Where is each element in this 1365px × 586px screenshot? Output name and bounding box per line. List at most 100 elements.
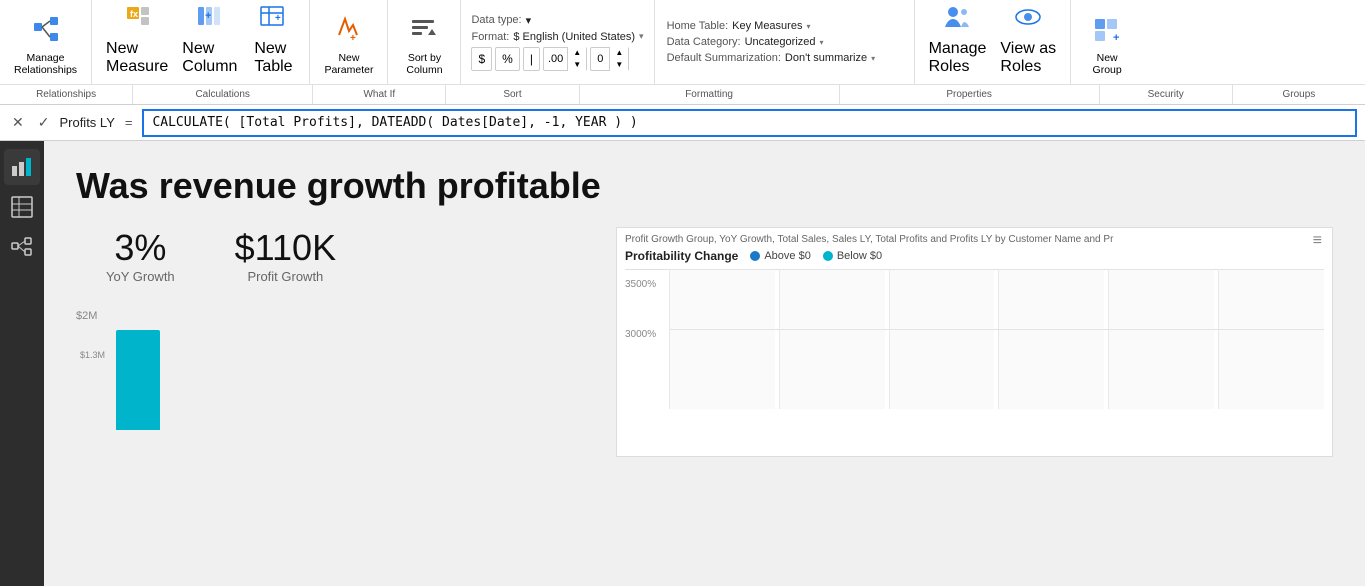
bar-1 [116,330,160,430]
decimal-value-spinner: 0 ▲ ▼ [590,47,629,71]
decimal-val-arrows: ▲ ▼ [610,47,628,71]
new-measure-button[interactable]: fx NewMeasure [100,4,174,80]
groups-section: + New Group [1071,0,1143,84]
svg-text:+: + [205,10,211,22]
format-row: Format: $ English (United States) ▾ [471,31,643,43]
format-dropdown-arrow[interactable]: ▾ [639,31,644,42]
relationships-group: Manage Relationships [0,0,92,84]
formula-cancel-button[interactable]: ✕ [8,112,28,133]
relationships-footer: Relationships [0,85,133,104]
left-sidebar [0,141,44,586]
profit-growth-label: Profit Growth [247,269,323,284]
sidebar-item-report[interactable] [4,149,40,185]
security-footer: Security [1100,85,1233,104]
data-category-value: Uncategorized [745,36,816,48]
yoy-growth-metric: 3% YoY Growth [106,227,175,284]
legend-below-dot [823,251,833,261]
ribbon-top-row: Manage Relationships fx NewMeasure [0,0,1365,84]
legend-above-label: Above $0 [764,250,810,262]
home-table-row: Home Table: Key Measures ▾ [667,20,902,32]
formula-expression[interactable]: CALCULATE( [Total Profits], DATEADD( Dat… [142,109,1357,137]
bar-chart-area: $2M $1.3M [76,300,596,455]
new-column-icon: + [196,3,224,36]
sort-group: Sort by Column [388,0,461,84]
new-table-button[interactable]: + NewTable [245,4,301,80]
view-as-roles-button[interactable]: View asRoles [994,4,1062,80]
legend-below: Below $0 [823,250,882,262]
formula-equals: = [125,115,133,130]
decimal-up-button[interactable]: ▲ [568,47,586,59]
calculations-group: fx NewMeasure + NewColumn [92,0,310,84]
default-summarization-value: Don't summarize [785,52,867,64]
home-table-label: Home Table: [667,20,729,32]
sort-by-column-button[interactable]: Sort by Column [396,4,452,80]
sort-by-column-label: Sort by Column [406,52,442,76]
formula-field-name: Profits LY [59,115,114,130]
chart-grid: 3500% 3000% [625,269,1324,409]
profit-growth-value: $110K [235,227,336,269]
currency-button[interactable]: $ [471,47,492,71]
sidebar-item-model[interactable] [4,229,40,265]
manage-relationships-label: Manage Relationships [14,52,77,76]
new-table-icon: + [259,3,287,36]
new-column-button[interactable]: + NewColumn [176,4,243,80]
sort-by-column-icon [410,15,438,48]
sidebar-item-data[interactable] [4,189,40,225]
new-group-button[interactable]: + New Group [1079,4,1135,80]
col-5 [1108,269,1214,409]
decimal-value: 0 [591,48,610,70]
svg-text:+: + [350,33,356,43]
data-category-dropdown[interactable]: ▾ [820,38,824,47]
new-parameter-icon: + [335,15,363,48]
formula-confirm-button[interactable]: ✓ [34,112,54,133]
scatter-columns [669,269,1324,409]
manage-roles-button[interactable]: ManageRoles [923,4,993,80]
format-value[interactable]: $ English (United States) [513,31,635,43]
default-summarization-dropdown[interactable]: ▾ [871,54,875,63]
dashboard-row: 3% YoY Growth $110K Profit Growth $2M $1… [76,227,1333,457]
decimal-arrows: ▲ ▼ [568,47,586,71]
legend-above-dot [750,251,760,261]
profitability-label: Profitability Change [625,249,738,263]
new-column-label: NewColumn [182,40,237,76]
new-parameter-button[interactable]: + New Parameter [318,4,379,80]
y-label-3500: 3500% [625,279,656,290]
col-3 [889,269,995,409]
left-panel: 3% YoY Growth $110K Profit Growth $2M $1… [76,227,596,455]
col-6 [1218,269,1324,409]
page-title: Was revenue growth profitable [76,165,1333,207]
data-type-dropdown[interactable]: ▾ [526,14,532,27]
formatting-group: Data type: ▾ Format: $ English (United S… [461,0,654,84]
decimal-down-button[interactable]: ▼ [568,59,586,71]
data-category-label: Data Category: [667,36,741,48]
bar-value-label: $1.3M [80,350,105,360]
separator-button[interactable]: | [523,47,540,71]
legend-below-label: Below $0 [837,250,882,262]
formatting-buttons-row: $ % | .00 ▲ ▼ 0 ▲ ▼ [471,47,643,71]
data-category-row: Data Category: Uncategorized ▾ [667,36,902,48]
manage-relationships-button[interactable]: Manage Relationships [8,4,83,80]
chart-drag-handle[interactable]: ≡ [1313,232,1322,250]
groups-footer: Groups [1233,85,1365,104]
profit-growth-metric: $110K Profit Growth [235,227,336,284]
decimal-val-up-button[interactable]: ▲ [610,47,628,59]
properties-group: Home Table: Key Measures ▾ Data Category… [655,0,915,84]
home-table-dropdown[interactable]: ▾ [806,22,810,31]
percent-button[interactable]: % [495,47,520,71]
security-group: ManageRoles View asRoles [915,0,1072,84]
whatif-footer: What If [313,85,446,104]
manage-roles-icon [943,3,971,36]
new-measure-icon: fx [123,3,151,36]
decimal-val-down-button[interactable]: ▼ [610,59,628,71]
new-parameter-label: New Parameter [324,52,373,76]
decimal-spinner: .00 ▲ ▼ [543,47,587,71]
home-table-value: Key Measures [732,20,802,32]
ribbon: Manage Relationships fx NewMeasure [0,0,1365,105]
formula-expression-text: CALCULATE( [Total Profits], DATEADD( Dat… [152,115,637,130]
properties-footer: Properties [840,85,1100,104]
main-content: Was revenue growth profitable 3% YoY Gro… [44,141,1365,586]
calculations-footer: Calculations [133,85,313,104]
col-1 [669,269,775,409]
col-4 [998,269,1104,409]
chart-title: Profit Growth Group, YoY Growth, Total S… [625,234,1324,245]
